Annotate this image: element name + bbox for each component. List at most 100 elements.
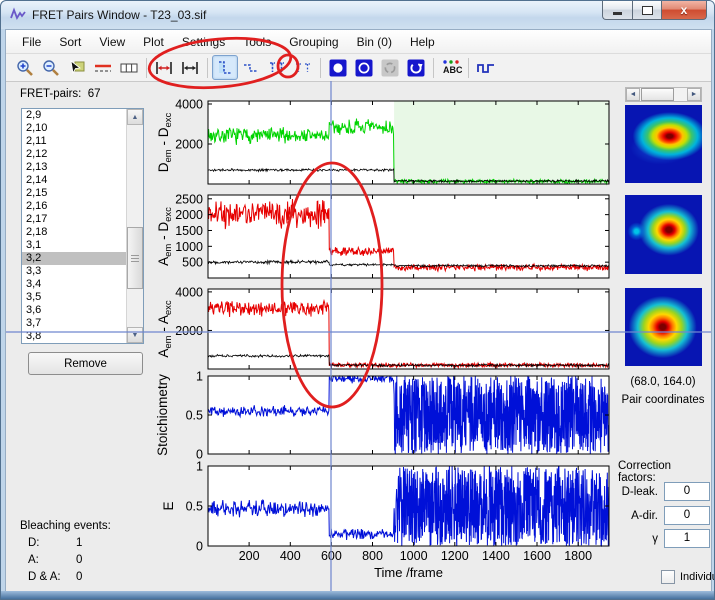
scroll-thumb[interactable] (127, 227, 143, 289)
scroll-down-button[interactable]: ▼ (127, 327, 143, 343)
scroll-up-button[interactable]: ▲ (127, 109, 143, 125)
list-item-pair-2-18[interactable]: 2,18 (22, 226, 126, 239)
bleaching-label: D & A: (20, 571, 76, 583)
menu-file[interactable]: File (13, 32, 50, 52)
window-title: FRET Pairs Window - T23_03.sif (32, 8, 206, 22)
γ-input[interactable]: 1 (664, 529, 710, 548)
pair-coordinates-value: (68.0, 164.0) (610, 376, 715, 388)
individualized-label: Individualized (680, 571, 715, 583)
list-item-pair-2-15[interactable]: 2,15 (22, 187, 126, 200)
menu-view[interactable]: View (90, 32, 134, 52)
list-item-pair-3-6[interactable]: 3,6 (22, 304, 126, 317)
app-icon (10, 7, 26, 22)
circle-filled-icon[interactable] (325, 55, 351, 80)
bleaching-label: A: (20, 554, 76, 566)
γ-label: γ (612, 533, 664, 545)
fret-pairs-listbox[interactable]: 2,92,102,112,122,132,142,152,162,172,183… (21, 108, 144, 344)
bleaching-row: D & A:0 (20, 571, 111, 583)
list-item-pair-3-1[interactable]: 3,1 (22, 239, 126, 252)
list-scrollbar[interactable]: ▲ ▼ (126, 109, 143, 343)
list-item-pair-2-9[interactable]: 2,9 (22, 109, 126, 122)
correction-factors-title: Correction factors: (618, 460, 711, 484)
pair-coordinates-label: Pair coordinates (610, 394, 715, 406)
menu-tools[interactable]: Tools (234, 32, 280, 52)
span-measure-black-icon[interactable] (177, 55, 203, 80)
toolbar-separator (146, 58, 147, 78)
list-item-pair-3-2[interactable]: 3,2 (22, 252, 126, 265)
list-item-pair-2-12[interactable]: 2,12 (22, 148, 126, 161)
title-bar[interactable]: FRET Pairs Window - T23_03.sif x (1, 1, 715, 29)
individualized-checkbox[interactable] (661, 570, 675, 584)
zoom-in-icon[interactable] (12, 55, 38, 80)
slider-right-button[interactable]: ► (687, 88, 701, 101)
bleaching-title: Bleaching events: (20, 520, 111, 532)
Dleak-label: D-leak. (612, 486, 664, 498)
list-item-pair-3-4[interactable]: 3,4 (22, 278, 126, 291)
toolbar-separator (320, 58, 321, 78)
menu-grouping[interactable]: Grouping (280, 32, 347, 52)
menu-plot[interactable]: Plot (134, 32, 173, 52)
Adir-label: A-dir. (612, 510, 664, 522)
list-item-pair-3-5[interactable]: 3,5 (22, 291, 126, 304)
threshold-line-icon[interactable] (90, 55, 116, 80)
toolbar: ABC (6, 54, 711, 82)
restore-button[interactable] (632, 1, 661, 20)
menu-bin-0-[interactable]: Bin (0) (348, 32, 401, 52)
span-measure-red-icon[interactable] (151, 55, 177, 80)
bleach-step-icon[interactable] (212, 55, 238, 80)
close-button[interactable]: x (661, 1, 707, 20)
slider-left-button[interactable]: ◄ (626, 88, 640, 101)
minimize-icon (613, 12, 622, 15)
acceptor-image-heatmap (625, 288, 702, 366)
list-item-pair-3-3[interactable]: 3,3 (22, 265, 126, 278)
menu-help[interactable]: Help (401, 32, 444, 52)
close-icon: x (681, 3, 688, 17)
list-item-pair-2-16[interactable]: 2,16 (22, 200, 126, 213)
bleaching-row: D:1 (20, 537, 111, 549)
list-item-pair-3-7[interactable]: 3,7 (22, 317, 126, 330)
circle-outline-icon[interactable] (351, 55, 377, 80)
list-item-pair-2-10[interactable]: 2,10 (22, 122, 126, 135)
bleaching-value: 1 (76, 537, 82, 549)
fret-image-heatmap (625, 195, 702, 274)
data-cursor-icon[interactable] (64, 55, 90, 80)
bleaching-label: D: (20, 537, 76, 549)
app-window: FRET Pairs Window - T23_03.sif x FileSor… (0, 0, 715, 600)
colorbar-icon[interactable] (116, 55, 142, 80)
list-item-pair-2-17[interactable]: 2,17 (22, 213, 126, 226)
client-area: FileSortViewPlotSettingsToolsGroupingBin… (5, 29, 712, 593)
restore-icon (642, 6, 653, 15)
frame-slider[interactable]: ◄ ► (625, 87, 702, 102)
svg-text:ABC: ABC (443, 65, 462, 75)
toolbar-separator (468, 58, 469, 78)
circle-refresh-icon[interactable] (403, 55, 429, 80)
zoom-out-icon[interactable] (38, 55, 64, 80)
list-item-pair-3-8[interactable]: 3,8 (22, 330, 126, 343)
slider-thumb[interactable] (641, 88, 674, 101)
toolbar-separator (433, 58, 434, 78)
menu-settings[interactable]: Settings (173, 32, 234, 52)
bleaching-events-panel: Bleaching events: D:1A:0D & A:0 (20, 520, 111, 583)
bleaching-value: 0 (76, 554, 82, 566)
list-item-pair-2-13[interactable]: 2,13 (22, 161, 126, 174)
window-bottom-border (1, 591, 715, 599)
bleach-range-icon[interactable] (264, 55, 290, 80)
circle-disabled-icon[interactable] (377, 55, 403, 80)
square-wave-icon[interactable] (473, 55, 499, 80)
minimize-button[interactable] (602, 1, 632, 20)
list-item-pair-2-14[interactable]: 2,14 (22, 174, 126, 187)
Dleak-input[interactable]: 0 (664, 482, 710, 501)
bleach-step-dashed-icon[interactable] (238, 55, 264, 80)
donor-image-heatmap (625, 105, 702, 183)
bleach-range-dashed-icon[interactable] (290, 55, 316, 80)
toolbar-separator (207, 58, 208, 78)
bleaching-value: 0 (76, 571, 82, 583)
menu-sort[interactable]: Sort (50, 32, 90, 52)
remove-button[interactable]: Remove (28, 352, 143, 375)
list-item-pair-2-11[interactable]: 2,11 (22, 135, 126, 148)
labels-abc-icon[interactable]: ABC (438, 55, 464, 80)
menu-bar: FileSortViewPlotSettingsToolsGroupingBin… (6, 30, 711, 54)
fret-pairs-label: FRET-pairs: 67 (20, 88, 101, 100)
Adir-input[interactable]: 0 (664, 506, 710, 525)
bleaching-row: A:0 (20, 554, 111, 566)
